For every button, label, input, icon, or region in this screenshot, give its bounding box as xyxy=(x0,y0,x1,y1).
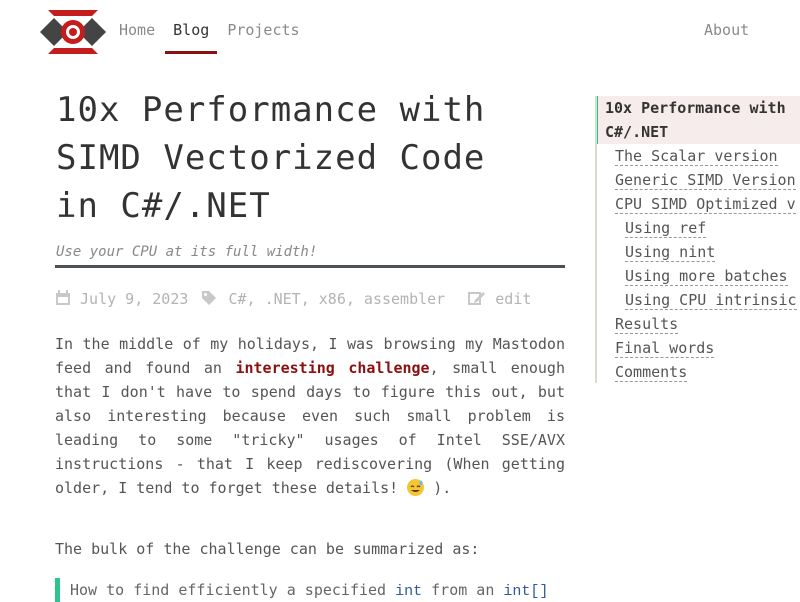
calendar-icon xyxy=(56,290,70,305)
nav-blog[interactable]: Blog xyxy=(165,21,218,54)
toc-item[interactable]: The Scalar version xyxy=(597,144,800,168)
summary-paragraph: The bulk of the challenge can be summari… xyxy=(55,540,480,558)
intro-paragraph: In the middle of my holidays, I was brow… xyxy=(55,335,565,497)
site-logo[interactable] xyxy=(40,10,106,54)
toc-list: The Scalar version Generic SIMD Version CP… xyxy=(597,144,800,383)
article-header: 10x Performance with SIMD Vectorized Cod… xyxy=(56,86,565,260)
nav-home[interactable]: Home xyxy=(119,21,155,39)
toc-item[interactable]: Using nint xyxy=(597,240,800,264)
post-tags[interactable]: C#, .NET, x86, assembler xyxy=(228,290,445,308)
toc-item[interactable]: Comments xyxy=(597,360,800,383)
toc-item-label: Generic SIMD Version xyxy=(615,171,796,190)
toc-item[interactable]: Using CPU intrinsic xyxy=(597,288,800,312)
toc-item-label: Using CPU intrinsic xyxy=(625,291,797,310)
toc-item-label: CPU SIMD Optimized v xyxy=(615,195,796,214)
toc-item-label: Comments xyxy=(615,363,688,382)
page-title: 10x Performance with SIMD Vectorized Cod… xyxy=(56,90,486,226)
main-nav: Home Blog Projects xyxy=(119,21,309,54)
title-divider xyxy=(55,265,565,268)
edit-link[interactable]: edit xyxy=(495,290,531,308)
toc-item[interactable]: Generic SIMD Version xyxy=(597,168,800,192)
toc-item-label: Using more batches xyxy=(625,267,788,286)
toc-item-label: Using ref xyxy=(625,219,707,238)
toc-item-title[interactable]: 10x Performance with C#/.NET xyxy=(597,96,800,144)
page-subtitle: Use your CPU at its full width! xyxy=(56,244,318,260)
inline-code: int xyxy=(395,583,423,600)
toc-item[interactable]: Results xyxy=(597,312,800,336)
edit-icon[interactable] xyxy=(468,290,486,306)
nav-about[interactable]: About xyxy=(704,21,749,39)
table-of-contents: 10x Performance with C#/.NET The Scalar … xyxy=(595,96,800,383)
tags-icon xyxy=(202,291,217,305)
challenge-link[interactable]: interesting challenge xyxy=(235,359,429,377)
toc-item[interactable]: CPU SIMD Optimized v xyxy=(597,192,800,216)
grinning-sweat-emoji-icon xyxy=(407,479,425,496)
toc-item-label: Using nint xyxy=(625,243,716,262)
toc-item[interactable]: Final words xyxy=(597,336,800,360)
toc-item[interactable]: Using ref xyxy=(597,216,800,240)
post-date: July 9, 2023 xyxy=(80,290,189,308)
post-meta: July 9, 2023 C#, .NET, x86, assembler ed… xyxy=(55,290,535,308)
toc-item-label: Results xyxy=(615,315,679,334)
toc-item[interactable]: Using more batches xyxy=(597,264,800,288)
inline-code: int[] xyxy=(503,583,549,600)
toc-active-bar xyxy=(597,96,598,144)
toc-item-label: Final words xyxy=(615,339,715,358)
challenge-quote: How to find efficiently a specified int … xyxy=(55,578,565,602)
nav-projects[interactable]: Projects xyxy=(227,21,299,39)
toc-item-label: The Scalar version xyxy=(615,147,778,166)
